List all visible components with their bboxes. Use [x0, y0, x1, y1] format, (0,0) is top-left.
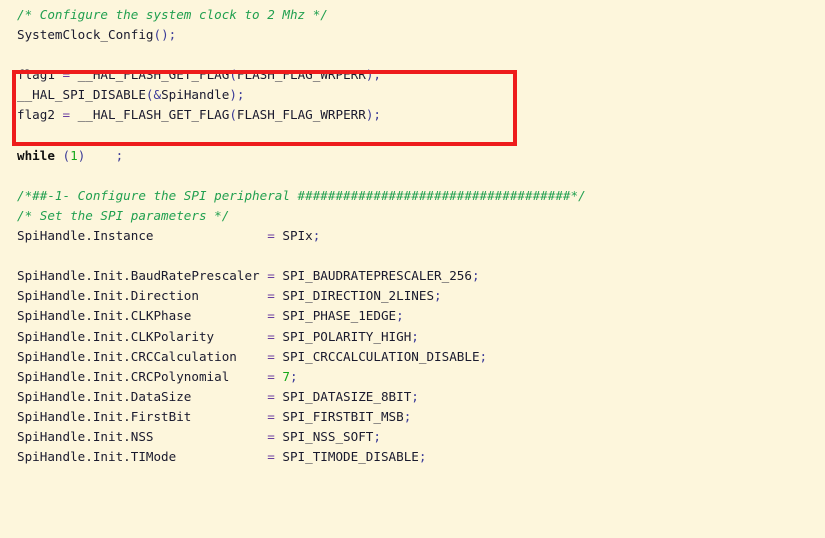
code-line: SpiHandle.Init.CRCCalculation = SPI_CRCC…: [17, 347, 825, 367]
code-token: /* Set the SPI parameters */: [17, 207, 230, 223]
code-token: 7: [282, 368, 290, 384]
code-token: (: [229, 107, 237, 123]
code-token: (): [153, 27, 169, 43]
code-token: SpiHandle.Init.FirstBit: [17, 408, 268, 424]
code-token: =: [267, 328, 283, 344]
code-token: );: [365, 107, 381, 123]
code-token: /*##-1- Configure the SPI peripheral ###…: [17, 187, 586, 203]
code-token: SPI_TIMODE_DISABLE: [282, 449, 419, 465]
code-token: SpiHandle.Init.BaudRatePrescaler: [17, 268, 268, 284]
code-line: flag1 = __HAL_FLASH_GET_FLAG(FLASH_FLAG_…: [17, 65, 825, 85]
code-token: ;: [471, 268, 480, 284]
code-token: SystemClock_Config: [17, 27, 154, 43]
code-token: 1: [70, 147, 78, 163]
code-line: SpiHandle.Instance = SPIx;: [17, 226, 825, 246]
code-token: while: [17, 147, 63, 163]
code-token: SpiHandle.Init.NSS: [17, 428, 268, 444]
code-line: SpiHandle.Init.DataSize = SPI_DATASIZE_8…: [17, 387, 825, 407]
code-token: SPI_PHASE_1EDGE: [282, 308, 397, 324]
code-line: SpiHandle.Init.TIMode = SPI_TIMODE_DISAB…: [17, 447, 825, 467]
code-token: =: [267, 308, 283, 324]
code-token: /* Configure the system clock to 2 Mhz *…: [17, 7, 328, 22]
code-token: =: [267, 449, 283, 465]
code-token: flag2: [17, 107, 63, 123]
code-line: flag2 = __HAL_FLASH_GET_FLAG(FLASH_FLAG_…: [17, 105, 825, 125]
code-token: ;: [411, 328, 419, 344]
code-token: =: [267, 368, 283, 384]
code-token: =: [62, 67, 78, 83]
code-token: SpiHandle.Init.CLKPolarity: [17, 328, 268, 344]
code-token: SPI_POLARITY_HIGH: [282, 328, 412, 344]
code-token: __HAL_FLASH_GET_FLAG: [77, 107, 230, 123]
code-token: ;: [479, 348, 488, 364]
code-token: SPI_CRCCALCULATION_DISABLE: [282, 348, 480, 364]
code-token: __HAL_FLASH_GET_FLAG: [77, 67, 230, 83]
code-token: SpiHandle.Init.CLKPhase: [17, 308, 268, 324]
code-line: SpiHandle.Init.Direction = SPI_DIRECTION…: [17, 286, 825, 306]
code-line: /*##-1- Configure the SPI peripheral ###…: [17, 186, 825, 206]
code-lines-container[interactable]: /* Configure the system clock to 2 Mhz *…: [17, 5, 825, 467]
code-line: SystemClock_Config();: [17, 25, 825, 45]
code-token: =: [267, 228, 283, 244]
code-token: SPI_NSS_SOFT: [282, 428, 374, 444]
code-token: =: [267, 268, 283, 284]
code-token: SpiHandle.Init.CRCCalculation: [17, 348, 268, 364]
code-line: SpiHandle.Init.BaudRatePrescaler = SPI_B…: [17, 266, 825, 286]
code-token: =: [267, 428, 283, 444]
code-token: SPI_BAUDRATEPRESCALER_256: [282, 268, 472, 284]
code-token: flag1: [17, 67, 63, 83]
code-token: FLASH_FLAG_WRPERR: [236, 67, 366, 83]
code-token: =: [267, 408, 283, 424]
code-token: ;: [418, 449, 427, 465]
code-token: =: [62, 107, 78, 123]
code-token: =: [267, 288, 283, 304]
code-token: SpiHandle.Init.TIMode: [17, 449, 268, 465]
code-viewer[interactable]: /* Configure the system clock to 2 Mhz *…: [0, 0, 825, 538]
code-line: /* Set the SPI parameters */: [17, 206, 825, 226]
code-line: SpiHandle.Init.CLKPolarity = SPI_POLARIT…: [17, 327, 825, 347]
code-token: SpiHandle.Init.DataSize: [17, 388, 268, 404]
code-token: (: [62, 147, 71, 163]
code-token: ;: [411, 388, 419, 404]
code-token: SpiHandle.Init.Direction: [17, 288, 268, 304]
code-token: ;: [403, 408, 412, 424]
code-token: ;: [115, 147, 124, 163]
code-token: SpiHandle.Init.CRCPolynomial: [17, 368, 268, 384]
code-token: (&: [145, 87, 162, 103]
code-token: SpiHandle: [161, 87, 230, 103]
code-token: ;: [434, 288, 442, 304]
code-token: SPIx: [282, 228, 313, 244]
code-token: __HAL_SPI_DISABLE: [17, 87, 146, 103]
code-token: SPI_FIRSTBIT_MSB: [282, 408, 404, 424]
code-token: ;: [373, 428, 381, 444]
code-line: __HAL_SPI_DISABLE(&SpiHandle);: [17, 85, 825, 105]
code-token: ;: [168, 27, 177, 43]
code-token: FLASH_FLAG_WRPERR: [236, 107, 366, 123]
code-token: SPI_DATASIZE_8BIT: [282, 388, 412, 404]
code-token: (: [229, 67, 237, 83]
code-token: );: [229, 87, 245, 103]
code-token: SpiHandle.Instance: [17, 228, 268, 244]
code-line: SpiHandle.Init.CRCPolynomial = 7;: [17, 367, 825, 387]
code-token: SPI_DIRECTION_2LINES: [282, 288, 435, 304]
code-token: ;: [396, 308, 404, 324]
code-token: =: [267, 388, 283, 404]
code-line: /* Configure the system clock to 2 Mhz *…: [17, 5, 825, 25]
code-line: SpiHandle.Init.NSS = SPI_NSS_SOFT;: [17, 427, 825, 447]
code-token: ;: [312, 228, 321, 244]
code-line: SpiHandle.Init.CLKPhase = SPI_PHASE_1EDG…: [17, 306, 825, 326]
code-token: );: [365, 67, 381, 83]
code-token: ;: [289, 368, 298, 384]
code-line: SpiHandle.Init.FirstBit = SPI_FIRSTBIT_M…: [17, 407, 825, 427]
code-line: while (1) ;: [17, 146, 825, 166]
code-token: =: [267, 348, 283, 364]
